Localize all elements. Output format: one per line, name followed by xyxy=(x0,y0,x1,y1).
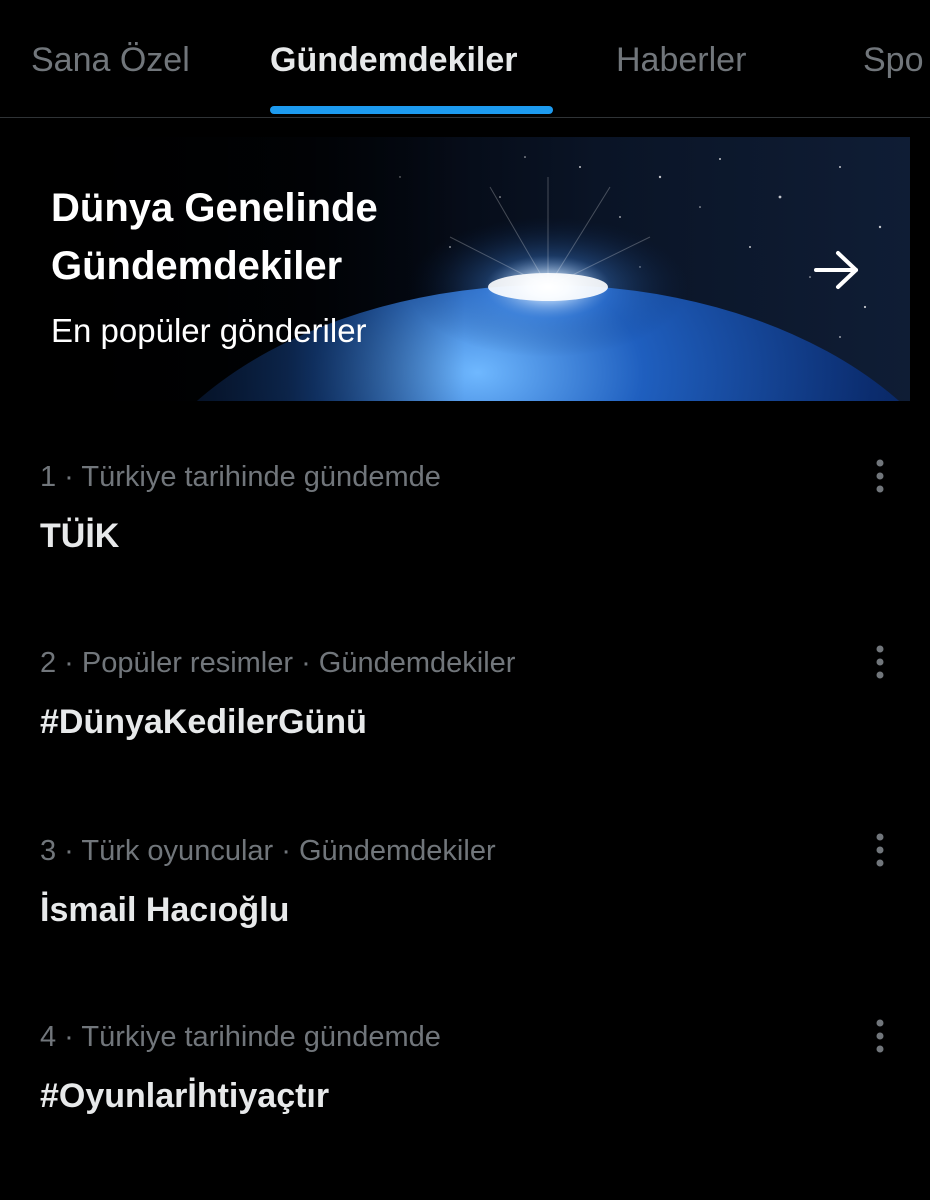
trend-name: İsmail Hacıoğlu xyxy=(40,891,290,929)
top-tab-bar: Sana Özel Gündemdekiler Haberler Spo xyxy=(0,0,930,118)
trend-meta: 2 · Popüler resimler · Gündemdekiler xyxy=(40,647,516,679)
trend-name: #Oyunlarİhtiyaçtır xyxy=(40,1077,330,1115)
trend-meta: 3 · Türk oyuncular · Gündemdekiler xyxy=(40,835,496,867)
trend-item[interactable] xyxy=(0,420,930,606)
tab-gundemdekiler[interactable]: Gündemdekiler xyxy=(270,38,518,82)
tab-sana-ozel[interactable]: Sana Özel xyxy=(31,38,190,82)
arrow-right-icon[interactable] xyxy=(812,245,862,295)
trend-meta: 1 · Türkiye tarihinde gündemde xyxy=(40,461,441,493)
more-options-icon[interactable] xyxy=(866,458,894,494)
banner-subtitle: En popüler gönderiler xyxy=(51,312,367,349)
trend-item[interactable] xyxy=(0,606,930,792)
more-options-icon[interactable] xyxy=(866,644,894,680)
trend-meta: 4 · Türkiye tarihinde gündemde xyxy=(40,1021,441,1053)
tab-spor[interactable]: Spo xyxy=(863,38,924,82)
trend-item[interactable] xyxy=(0,980,930,1166)
trend-name: TÜİK xyxy=(40,517,120,555)
trend-item[interactable] xyxy=(0,794,930,980)
more-options-icon[interactable] xyxy=(866,832,894,868)
tab-haberler[interactable]: Haberler xyxy=(616,38,746,82)
trend-name: #DünyaKedilerGünü xyxy=(40,703,367,741)
more-options-icon[interactable] xyxy=(866,1018,894,1054)
banner-title: Dünya Genelinde Gündemdekiler xyxy=(51,186,378,288)
active-tab-indicator xyxy=(270,106,553,114)
worldwide-trends-banner[interactable]: Dünya Genelinde Gündemdekiler En popüler… xyxy=(20,137,910,401)
